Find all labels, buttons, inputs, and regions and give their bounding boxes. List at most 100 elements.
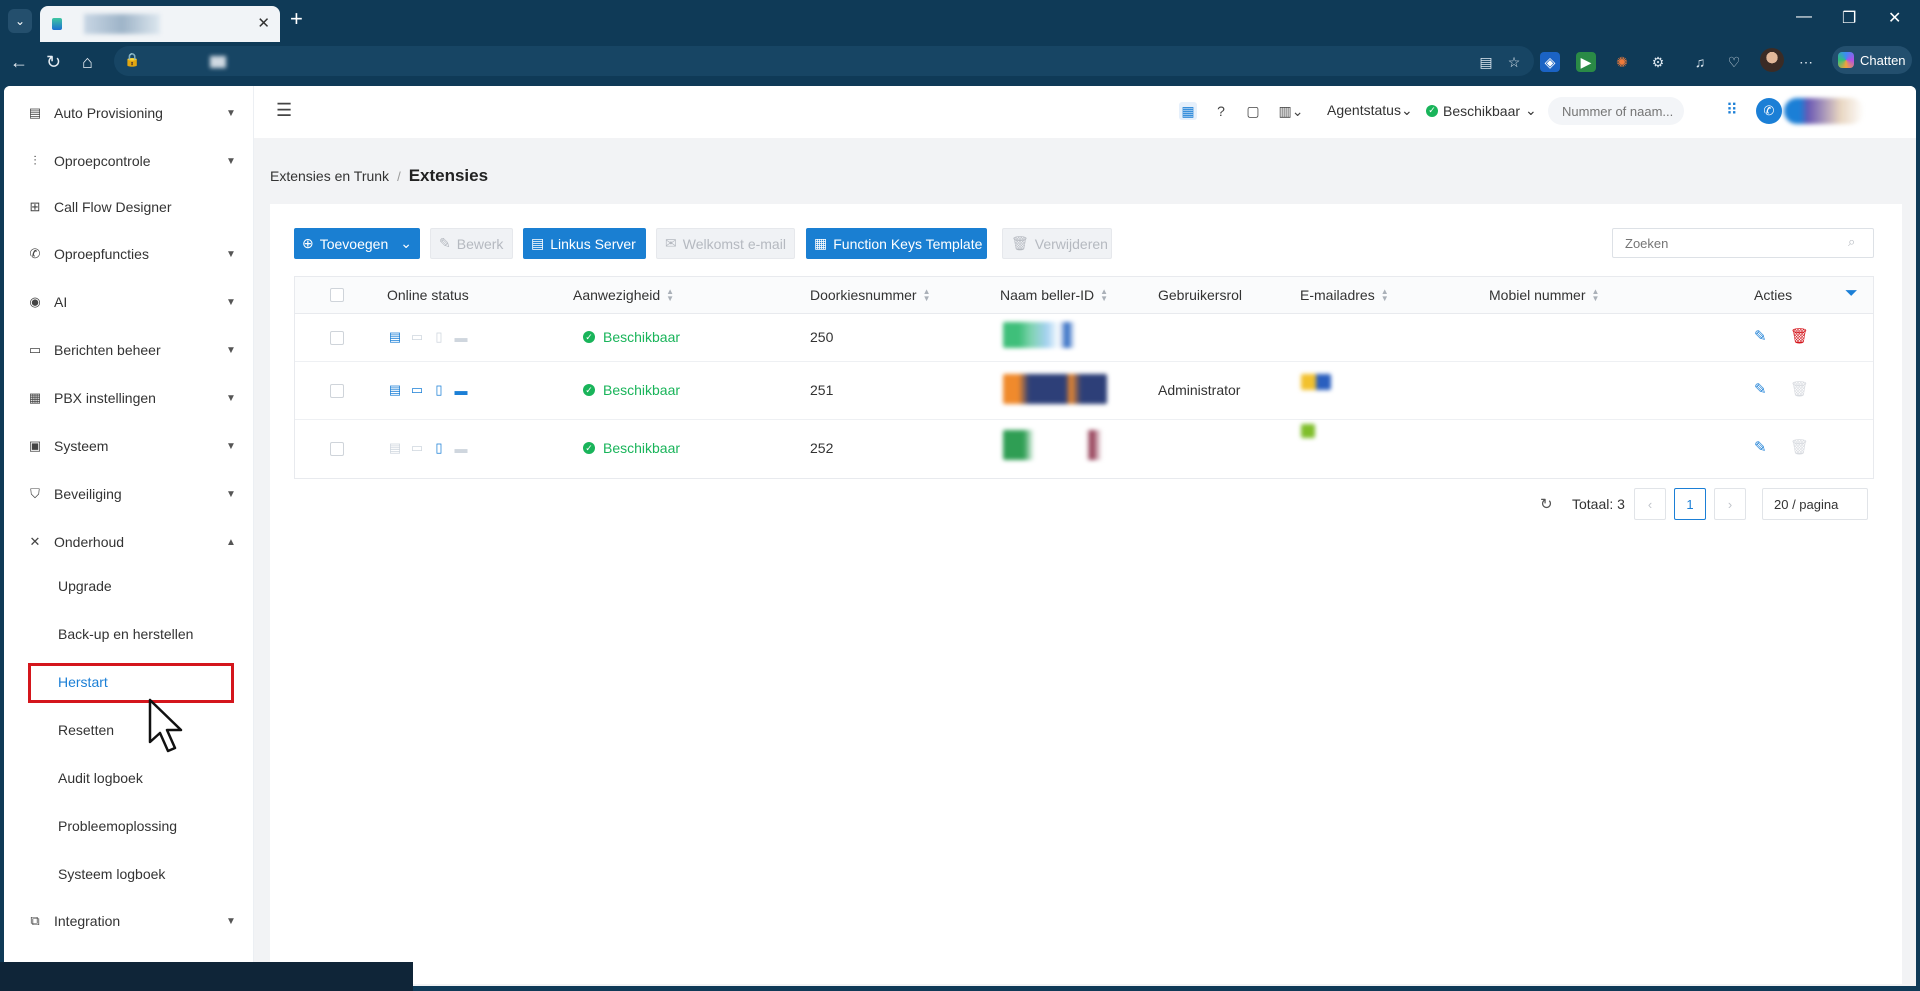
- browser-tab-active[interactable]: ✕: [40, 6, 280, 42]
- tools-icon: ✕: [29, 534, 41, 549]
- extensions-icon[interactable]: ⚙: [1648, 52, 1668, 72]
- linkus-server-button[interactable]: ▤ Linkus Server: [523, 228, 646, 259]
- close-window-button[interactable]: ✕: [1888, 8, 1901, 28]
- chevron-down-icon: ▼: [226, 296, 236, 308]
- prev-page-button[interactable]: ‹: [1634, 488, 1666, 520]
- delete-icon[interactable]: 🗑: [1790, 327, 1809, 345]
- server-icon: ▤: [531, 235, 545, 251]
- column-aanwezigheid[interactable]: Aanwezigheid ▲ ▼: [573, 287, 674, 303]
- desktop-app-icon: ▤: [388, 329, 402, 344]
- select-all-checkbox[interactable]: [330, 288, 344, 302]
- back-icon[interactable]: ←: [10, 52, 28, 73]
- sidebar-subitem-upgrade[interactable]: Upgrade: [4, 566, 254, 606]
- dialpad-icon[interactable]: ⠿: [1726, 100, 1738, 120]
- tab-list-button[interactable]: ⌄: [8, 9, 32, 33]
- delete-icon[interactable]: 🗑: [1790, 438, 1809, 456]
- column-doorkiesnummer[interactable]: Doorkiesnummer ▲ ▼: [810, 287, 931, 303]
- add-button[interactable]: ⊕ Toevoegen ⌄: [294, 228, 420, 259]
- breadcrumb-parent[interactable]: Extensies en Trunk: [270, 168, 389, 184]
- agent-status-dropdown[interactable]: Agentstatus⌄: [1327, 102, 1413, 119]
- pc-icon: ▭: [410, 440, 424, 455]
- sidebar-subitem-backup[interactable]: Back-up en herstellen: [4, 614, 254, 654]
- sidebar-subitem-resetten[interactable]: Resetten: [4, 710, 254, 750]
- refresh-icon[interactable]: ↻: [46, 52, 61, 73]
- call-button[interactable]: ✆: [1756, 98, 1782, 124]
- user-profile-redacted[interactable]: [1784, 98, 1864, 124]
- restore-button[interactable]: ❐: [1842, 8, 1856, 28]
- sidebar-item-auto-provisioning[interactable]: ▤ Auto Provisioning ▼: [4, 93, 254, 133]
- sidebar-item-berichten-beheer[interactable]: ▭ Berichten beheer ▼: [4, 330, 254, 370]
- edit-button[interactable]: ✎ Bewerk: [430, 228, 513, 259]
- sidebar-item-ai[interactable]: ◉ AI ▼: [4, 282, 254, 322]
- tab-close-icon[interactable]: ✕: [257, 14, 270, 32]
- number-search-input[interactable]: [1548, 97, 1684, 125]
- extension-burst-icon[interactable]: ✺: [1612, 52, 1632, 72]
- reload-icon[interactable]: ↻: [1540, 488, 1553, 520]
- sidebar-item-oproepfuncties[interactable]: ✆ Oproepfuncties ▼: [4, 234, 254, 274]
- sidebar-item-beveiliging[interactable]: ⛉ Beveiliging ▼: [4, 474, 254, 514]
- qr-code-icon[interactable]: ▦: [1179, 102, 1197, 120]
- fn-keys-icon[interactable]: ▢: [1244, 102, 1262, 120]
- filter-icon[interactable]: ⏷: [1845, 285, 1858, 303]
- sidebar-subitem-audit-logboek[interactable]: Audit logboek: [4, 758, 254, 798]
- row-checkbox[interactable]: [330, 442, 344, 456]
- column-mobiel-nummer[interactable]: Mobiel nummer ▲ ▼: [1489, 287, 1599, 303]
- sidebar-item-label: Systeem: [54, 438, 109, 454]
- user-role: Administrator: [1158, 382, 1241, 398]
- more-options-icon[interactable]: ⋯: [1796, 52, 1816, 72]
- search-input[interactable]: [1612, 228, 1874, 258]
- sidebar-item-oproepcontrole[interactable]: ⫶ Oproepcontrole ▼: [4, 141, 254, 181]
- sidebar-item-call-flow-designer[interactable]: ⊞ Call Flow Designer: [4, 187, 254, 227]
- collections-icon[interactable]: ♫: [1690, 52, 1710, 72]
- availability-dropdown[interactable]: ✓ Beschikbaar ⌄: [1426, 102, 1537, 119]
- template-icon: ▦: [814, 235, 828, 251]
- extension-play-icon[interactable]: ▶: [1576, 52, 1596, 72]
- flow-icon: ⊞: [29, 199, 41, 214]
- delete-icon[interactable]: 🗑: [1790, 380, 1809, 398]
- sidebar-item-pbx-instellingen[interactable]: ▦ PBX instellingen ▼: [4, 378, 254, 418]
- collapse-menu-icon[interactable]: ☰: [276, 100, 292, 121]
- next-page-button[interactable]: ›: [1714, 488, 1746, 520]
- layout-dropdown-icon[interactable]: ▥⌄: [1276, 102, 1306, 120]
- home-icon[interactable]: ⌂: [82, 52, 93, 73]
- copilot-button[interactable]: Chatten: [1832, 46, 1912, 74]
- welcome-email-button[interactable]: ✉ Welkomst e-mail: [656, 228, 795, 259]
- edit-icon[interactable]: ✎: [1754, 327, 1767, 345]
- table-row[interactable]: ▤ ▭ ▯ ▬ ✓ Beschikbaar 252 ✎ 🗑: [295, 420, 1873, 478]
- page-size-select[interactable]: 20 / pagina: [1762, 488, 1868, 520]
- row-checkbox[interactable]: [330, 384, 344, 398]
- help-icon[interactable]: ?: [1212, 102, 1230, 120]
- table-row[interactable]: ▤ ▭ ▯ ▬ ✓ Beschikbaar 250 ✎ 🗑: [295, 314, 1873, 362]
- sidebar-item-systeem[interactable]: ▣ Systeem ▼: [4, 426, 254, 466]
- row-checkbox[interactable]: [330, 331, 344, 345]
- column-label: Acties: [1754, 287, 1793, 303]
- table-row[interactable]: ▤ ▭ ▯ ▬ ✓ Beschikbaar 251 Administrator ✎…: [295, 362, 1873, 420]
- sidebar-item-label: Onderhoud: [54, 534, 125, 550]
- sidebar-subitem-systeem-logboek[interactable]: Systeem logboek: [4, 854, 254, 894]
- edit-icon[interactable]: ✎: [1754, 380, 1767, 398]
- reader-icon[interactable]: ▤: [1476, 52, 1496, 72]
- column-e-mailadres[interactable]: E-mailadres ▲ ▼: [1300, 287, 1389, 303]
- sidebar-subitem-probleemoplossing[interactable]: Probleemoplossing: [4, 806, 254, 846]
- app-frame: ▤ Auto Provisioning ▼ ⫶ Oproepcontrole ▼…: [4, 86, 1916, 986]
- column-naam-beller-id[interactable]: Naam beller-ID ▲ ▼: [1000, 287, 1108, 303]
- new-tab-button[interactable]: +: [290, 8, 303, 30]
- edit-icon[interactable]: ✎: [1754, 438, 1767, 456]
- health-icon[interactable]: ♡: [1724, 52, 1744, 72]
- url-field[interactable]: 🔒: [114, 46, 1534, 76]
- favorite-star-icon[interactable]: ☆: [1504, 52, 1524, 72]
- profile-avatar[interactable]: [1760, 48, 1784, 72]
- extension-shield-icon[interactable]: ◈: [1540, 52, 1560, 72]
- delete-button[interactable]: 🗑 Verwijderen: [1002, 228, 1112, 259]
- page-1-button[interactable]: 1: [1674, 488, 1706, 520]
- pc-icon: ▭: [410, 329, 424, 344]
- ai-icon: ◉: [29, 294, 41, 309]
- function-keys-template-button[interactable]: ▦ Function Keys Template: [806, 228, 987, 259]
- extension-number: 250: [810, 329, 834, 345]
- minimize-button[interactable]: —: [1796, 8, 1812, 26]
- sidebar-item-onderhoud[interactable]: ✕ Onderhoud ▲: [4, 522, 254, 562]
- lock-icon: 🔒: [124, 52, 141, 67]
- sidebar-item-label: Oproepcontrole: [54, 153, 151, 169]
- highlight-annotation-box: [28, 663, 234, 703]
- sidebar-item-integration[interactable]: ⧉ Integration ▼: [4, 901, 254, 941]
